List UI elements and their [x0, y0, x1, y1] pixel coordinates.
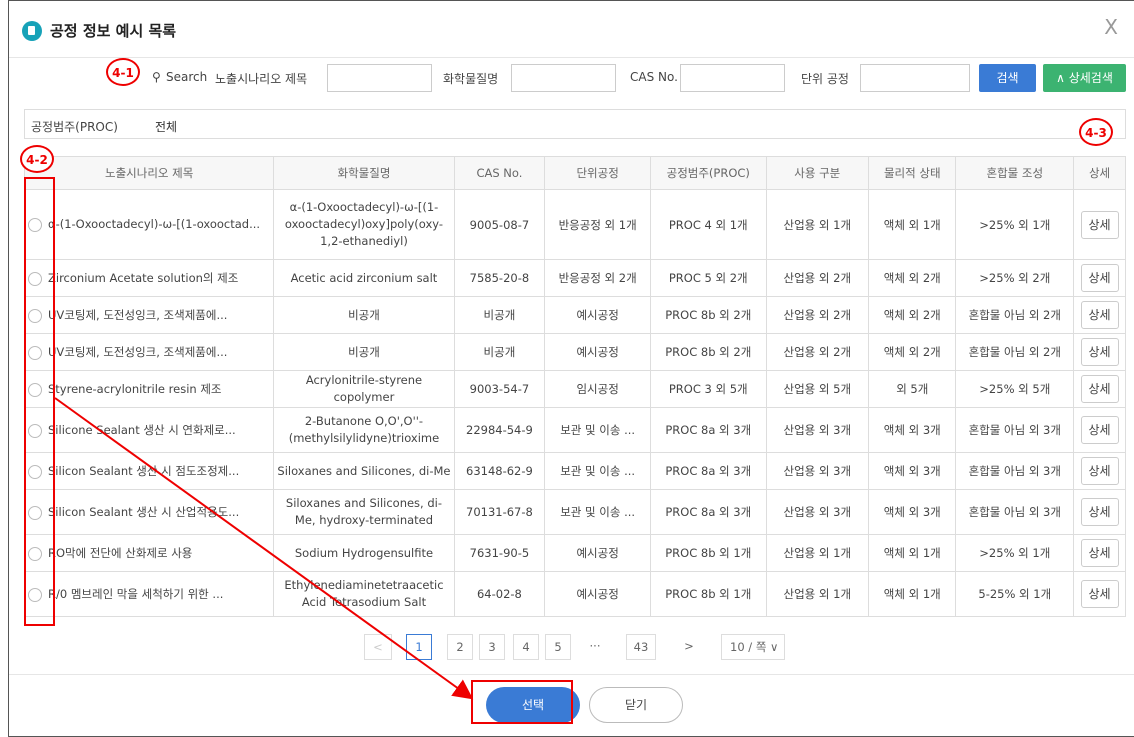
annotation-arrow: [54, 397, 474, 700]
